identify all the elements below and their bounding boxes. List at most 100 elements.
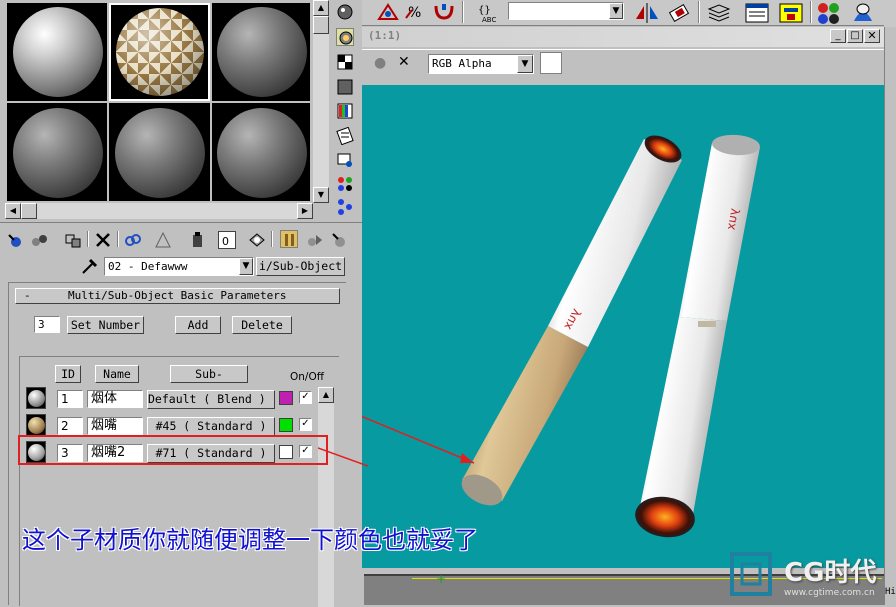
material-editor-icon[interactable] [816, 1, 842, 25]
submaterial-color-swatch[interactable] [279, 418, 293, 432]
get-material-icon[interactable] [6, 231, 24, 249]
sample-slot-5[interactable] [109, 103, 210, 201]
submaterial-list-scrollbar[interactable]: ▲ [318, 387, 334, 607]
reset-map-icon[interactable] [94, 231, 112, 249]
go-to-parent-icon[interactable] [280, 230, 298, 248]
go-forward-to-sibling-icon[interactable] [306, 231, 324, 249]
submaterial-preview-1[interactable] [26, 387, 46, 409]
percent-snap-icon[interactable]: % [404, 2, 428, 22]
window-title: (1:1) [368, 29, 402, 42]
named-selection-dropdown[interactable]: ▼ [508, 2, 624, 20]
submaterial-id-field[interactable]: 1 [57, 390, 83, 408]
delete-button[interactable]: Delete [232, 316, 292, 334]
toolbar-divider [117, 231, 119, 247]
make-unique-icon[interactable] [124, 231, 142, 249]
scroll-up-icon[interactable]: ▲ [318, 387, 334, 403]
align-icon[interactable] [666, 2, 692, 24]
channel-dropdown[interactable]: RGB Alpha ▼ [428, 54, 534, 74]
render-viewport: yux yux [362, 85, 884, 568]
submaterial-name-field[interactable]: 烟体 [87, 390, 143, 408]
submaterial-name-field[interactable]: 烟嘴 [87, 417, 143, 435]
submaterial-color-swatch[interactable] [279, 391, 293, 405]
command-panel-edge: Hide [884, 27, 896, 605]
backlight-icon[interactable] [336, 28, 354, 46]
sort-by-submaterial-button[interactable]: Sub-Material [170, 365, 248, 383]
scroll-right-icon[interactable]: ▶ [297, 203, 313, 219]
arrow-head-icon [460, 453, 474, 463]
submaterial-id-field[interactable]: 2 [57, 417, 83, 435]
named-selection-icon[interactable]: {}ABC [476, 2, 504, 24]
scroll-left-icon[interactable]: ◀ [5, 203, 21, 219]
set-number-button[interactable]: Set Number [67, 316, 144, 334]
slot-vertical-scrollbar[interactable]: ▲ ▼ [313, 0, 329, 203]
rollout-collapse-sign: - [24, 289, 31, 302]
sample-slot-2-active[interactable] [109, 3, 210, 101]
svg-text:ABC: ABC [482, 16, 496, 24]
render-icon[interactable] [850, 1, 876, 25]
sample-slot-4[interactable] [7, 103, 107, 201]
mirror-icon[interactable] [634, 2, 660, 24]
chevron-down-icon[interactable]: ▼ [609, 3, 623, 19]
clear-icon[interactable]: ✕ [398, 54, 410, 70]
scroll-thumb[interactable] [21, 203, 37, 219]
color-swatch[interactable] [540, 52, 562, 74]
watermark-logo: CG时代 [784, 558, 877, 588]
sort-by-id-button[interactable]: ID [55, 365, 81, 383]
material-navigator-icon[interactable] [336, 198, 354, 216]
sample-slot-6[interactable] [212, 103, 310, 201]
assign-to-selection-icon[interactable] [64, 231, 82, 249]
background-checker-icon[interactable] [336, 53, 354, 71]
eyedropper-icon[interactable] [80, 256, 100, 276]
sample-uv-tiling-icon[interactable] [336, 78, 354, 96]
svg-text:{}: {} [478, 5, 491, 16]
number-of-materials-field[interactable]: 3 [34, 316, 60, 333]
sample-slot-1[interactable] [7, 3, 107, 101]
material-type-button[interactable]: i/Sub-Object [256, 257, 345, 276]
options-icon[interactable] [336, 151, 354, 169]
maximize-button[interactable]: □ [847, 29, 863, 43]
submaterial-preview-2[interactable] [26, 414, 46, 436]
sort-by-name-button[interactable]: Name [95, 365, 139, 383]
show-end-result-icon[interactable] [248, 231, 266, 249]
submaterial-button[interactable]: #45 ( Standard ) [147, 417, 275, 436]
material-effects-channel-icon[interactable] [188, 231, 206, 249]
scroll-up-icon[interactable]: ▲ [313, 0, 329, 16]
spinner-snap-icon[interactable] [432, 2, 456, 22]
channel-text: RGB Alpha [432, 57, 492, 70]
submaterial-enable-checkbox[interactable]: ✓ [299, 391, 312, 404]
submaterial-enable-checkbox[interactable]: ✓ [299, 418, 312, 431]
channel-dot-icon[interactable]: ● [374, 55, 386, 71]
make-preview-icon[interactable] [336, 127, 354, 145]
sample-slot-3[interactable] [212, 3, 310, 101]
slot-horizontal-scrollbar[interactable]: ◀ ▶ [5, 203, 313, 219]
show-map-in-viewport-icon[interactable]: 0 [218, 231, 236, 249]
svg-text:0: 0 [222, 235, 229, 248]
pick-from-object-icon[interactable] [330, 231, 348, 249]
put-to-library-icon[interactable] [154, 231, 172, 249]
number-of-materials-value: 3 [38, 318, 45, 331]
material-name-field[interactable]: 02 - Defawww ▼ [104, 257, 254, 276]
snap-angle-icon[interactable] [376, 2, 400, 22]
chevron-down-icon[interactable]: ▼ [517, 55, 533, 73]
close-button[interactable]: ✕ [864, 29, 880, 43]
put-to-scene-icon[interactable] [30, 231, 48, 249]
chevron-down-icon[interactable]: ▼ [239, 258, 253, 275]
layer-icon[interactable] [706, 2, 732, 24]
video-color-check-icon[interactable] [336, 102, 354, 120]
minimize-button[interactable]: _ [830, 29, 846, 43]
material-sphere [217, 108, 307, 198]
material-sphere [217, 7, 307, 97]
schematic-icon[interactable] [778, 2, 804, 24]
cgtime-logo-icon [730, 552, 772, 596]
submaterial-button[interactable]: Default ( Blend ) [147, 390, 275, 409]
toolbar-divider [462, 1, 464, 23]
add-button[interactable]: Add [175, 316, 221, 334]
watermark: CG时代 www.cgtime.com.cn [728, 548, 888, 603]
scroll-down-icon[interactable]: ▼ [313, 187, 329, 203]
curve-editor-icon[interactable] [744, 2, 770, 24]
rollout-header[interactable]: - Multi/Sub-Object Basic Parameters [15, 288, 340, 304]
select-by-material-icon[interactable] [336, 175, 354, 193]
sample-type-sphere-icon[interactable] [336, 3, 354, 21]
toolbar-divider [810, 1, 812, 23]
scroll-thumb[interactable] [313, 16, 329, 34]
